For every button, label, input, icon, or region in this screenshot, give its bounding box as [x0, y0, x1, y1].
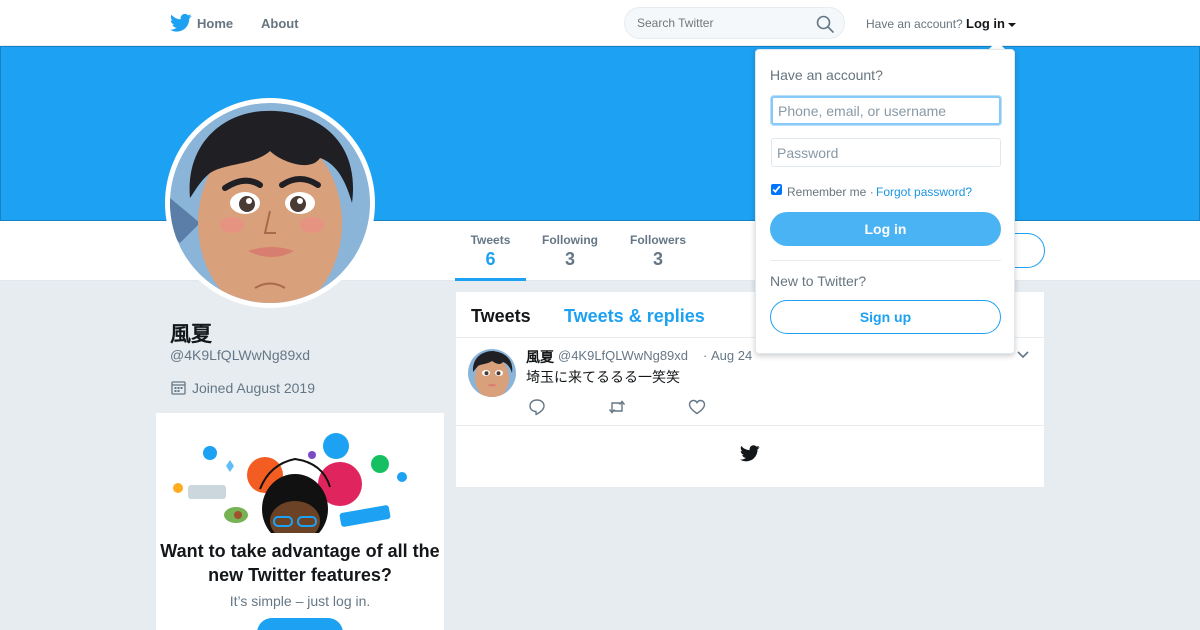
search-input[interactable] [624, 7, 845, 39]
tweet-text: 埼玉に来てるるる一笑笑 [526, 369, 680, 385]
calendar-icon [171, 381, 186, 395]
nav-about-link[interactable]: About [261, 16, 299, 31]
remember-me-label[interactable]: Remember me · [787, 185, 874, 199]
tab-tweets[interactable]: Tweets [471, 306, 531, 327]
login-dropdown: Have an account? Remember me · Forgot pa… [755, 49, 1015, 354]
promo-login-button[interactable] [257, 618, 343, 630]
top-nav: Home About Have an account? Log in [0, 0, 1200, 46]
remember-me-checkbox[interactable] [771, 184, 782, 195]
joined-date: Joined August 2019 [192, 380, 315, 396]
tweet-date[interactable]: Aug 24 [711, 348, 752, 363]
dropdown-title: Have an account? [770, 67, 883, 83]
avatar-image [170, 103, 370, 303]
nav-home-link[interactable]: Home [197, 16, 233, 31]
reply-icon[interactable] [528, 398, 546, 416]
username-input[interactable] [771, 96, 1001, 125]
twitter-bird-icon[interactable] [170, 13, 192, 33]
tweet-author-name[interactable]: 風夏 [526, 347, 554, 367]
login-button[interactable]: Log in [770, 212, 1001, 246]
heart-icon[interactable] [688, 398, 706, 416]
promo-title: Want to take advantage of all the new Tw… [160, 541, 440, 585]
stat-value: 3 [564, 249, 575, 269]
caret-down-icon [1008, 22, 1016, 27]
tweet-avatar[interactable] [468, 349, 516, 397]
stat-value: 6 [485, 249, 496, 269]
tweet-separator: · [703, 348, 708, 363]
retweet-icon[interactable] [608, 398, 626, 416]
stat-label: Following [542, 233, 598, 247]
stat-label: Followers [629, 233, 686, 247]
search-icon[interactable] [816, 15, 834, 33]
login-toggle-label: Log in [966, 16, 1005, 31]
tab-tweets-replies[interactable]: Tweets & replies [564, 306, 705, 327]
profile-avatar[interactable] [165, 98, 375, 308]
stat-value: 3 [652, 249, 663, 269]
promo-subtitle: It’s simple – just log in. [229, 593, 371, 609]
login-dropdown-toggle[interactable]: Log in [966, 16, 1016, 31]
signup-button[interactable]: Sign up [770, 300, 1001, 334]
stat-followers[interactable]: Followers 3 [620, 233, 696, 270]
profile-handle[interactable]: @4K9LfQLWwNg89xd [170, 347, 310, 363]
tweet-author-handle[interactable]: @4K9LfQLWwNg89xd [558, 348, 688, 363]
new-to-twitter-text: New to Twitter? [770, 273, 867, 289]
promo-illustration [173, 433, 407, 533]
twitter-bird-icon [740, 445, 760, 462]
profile-name[interactable]: 風夏 [170, 318, 212, 348]
password-input[interactable] [771, 138, 1001, 167]
stat-label: Tweets [470, 233, 511, 247]
have-account-text: Have an account? [866, 17, 963, 31]
forgot-password-link[interactable]: Forgot password? [876, 185, 972, 199]
chevron-down-icon[interactable] [1017, 351, 1029, 359]
stat-following[interactable]: Following 3 [535, 233, 605, 270]
divider [770, 260, 1001, 261]
stat-tweets[interactable]: Tweets 6 [455, 233, 526, 281]
login-promo-card: Want to take advantage of all the new Tw… [156, 413, 444, 630]
